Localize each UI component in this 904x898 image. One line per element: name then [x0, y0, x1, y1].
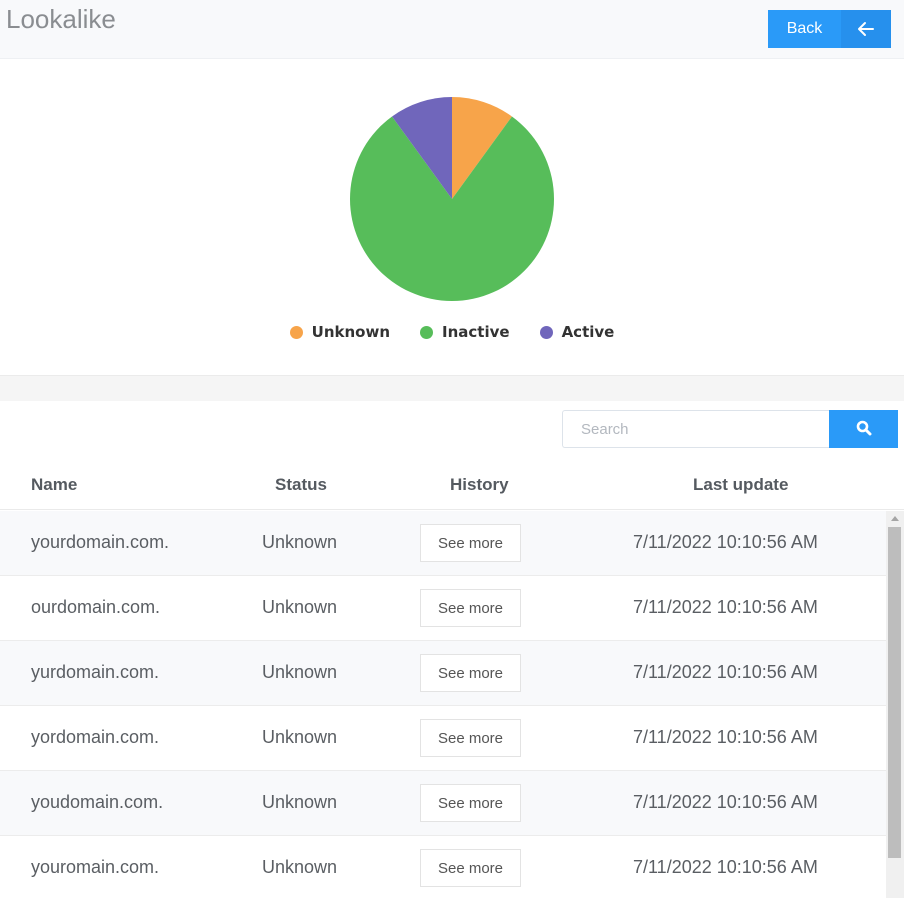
legend-dot-icon: [289, 325, 303, 339]
scrollbar-thumb[interactable]: [888, 527, 901, 858]
legend-dot-icon: [539, 325, 553, 339]
legend-label: Active: [561, 323, 615, 341]
search-button[interactable]: [829, 410, 898, 448]
cell-status: Unknown: [262, 532, 338, 552]
search-bar: [562, 410, 898, 448]
column-header-last-update[interactable]: Last update: [693, 475, 788, 495]
cell-last-update: 7/11/2022 10:10:56 AM: [633, 597, 818, 617]
cell-last-update: 7/11/2022 10:10:56 AM: [633, 792, 818, 812]
chart-legend: Unknown Inactive Active: [0, 323, 904, 341]
pie-chart: [350, 97, 554, 301]
table-row: yurdomain.com. Unknown See more 7/11/202…: [0, 641, 886, 706]
see-more-button[interactable]: See more: [420, 849, 521, 887]
cell-last-update: 7/11/2022 10:10:56 AM: [633, 857, 818, 877]
table-row: youromain.com. Unknown See more 7/11/202…: [0, 836, 886, 898]
cell-name: ourdomain.com.: [31, 597, 161, 617]
legend-dot-icon: [420, 325, 434, 339]
cell-status: Unknown: [262, 792, 338, 812]
arrow-left-icon: [841, 10, 891, 48]
see-more-button[interactable]: See more: [420, 654, 521, 692]
see-more-button[interactable]: See more: [420, 589, 521, 627]
page-title: Lookalike: [6, 4, 116, 34]
cell-name: youromain.com.: [31, 857, 160, 877]
column-header-history[interactable]: History: [450, 475, 509, 495]
search-icon: [856, 420, 872, 439]
page-header: Lookalike Back: [0, 0, 904, 59]
table-header: Name Status History Last update: [0, 460, 904, 510]
cell-name: youdomain.com.: [31, 792, 164, 812]
back-button[interactable]: Back: [768, 10, 891, 48]
legend-item-inactive[interactable]: Inactive: [420, 323, 510, 341]
search-input[interactable]: [562, 410, 829, 448]
legend-label: Inactive: [442, 323, 510, 341]
cell-status: Unknown: [262, 727, 338, 747]
legend-item-unknown[interactable]: Unknown: [289, 323, 391, 341]
cell-last-update: 7/11/2022 10:10:56 AM: [633, 727, 818, 747]
table-row: yordomain.com. Unknown See more 7/11/202…: [0, 706, 886, 771]
table-row: youdomain.com. Unknown See more 7/11/202…: [0, 771, 886, 836]
back-button-label: Back: [786, 20, 823, 37]
legend-item-active[interactable]: Active: [539, 323, 615, 341]
cell-name: yordomain.com.: [31, 727, 160, 747]
column-header-status[interactable]: Status: [275, 475, 327, 495]
see-more-button[interactable]: See more: [420, 784, 521, 822]
cell-name: yurdomain.com.: [31, 662, 160, 682]
table-row: ourdomain.com. Unknown See more 7/11/202…: [0, 576, 886, 641]
legend-label: Unknown: [311, 323, 391, 341]
table-row: yourdomain.com. Unknown See more 7/11/20…: [0, 511, 886, 576]
section-divider: [0, 375, 904, 401]
status-chart: Unknown Inactive Active: [0, 60, 904, 375]
scroll-up-arrow-icon[interactable]: [891, 516, 899, 521]
cell-last-update: 7/11/2022 10:10:56 AM: [633, 662, 818, 682]
see-more-button[interactable]: See more: [420, 524, 521, 562]
cell-last-update: 7/11/2022 10:10:56 AM: [633, 532, 818, 552]
cell-name: yourdomain.com.: [31, 532, 170, 552]
table-scrollbar[interactable]: [886, 511, 904, 898]
cell-status: Unknown: [262, 662, 338, 682]
cell-status: Unknown: [262, 597, 338, 617]
cell-status: Unknown: [262, 857, 338, 877]
see-more-button[interactable]: See more: [420, 719, 521, 757]
table-body: yourdomain.com. Unknown See more 7/11/20…: [0, 511, 886, 898]
column-header-name[interactable]: Name: [31, 475, 77, 495]
